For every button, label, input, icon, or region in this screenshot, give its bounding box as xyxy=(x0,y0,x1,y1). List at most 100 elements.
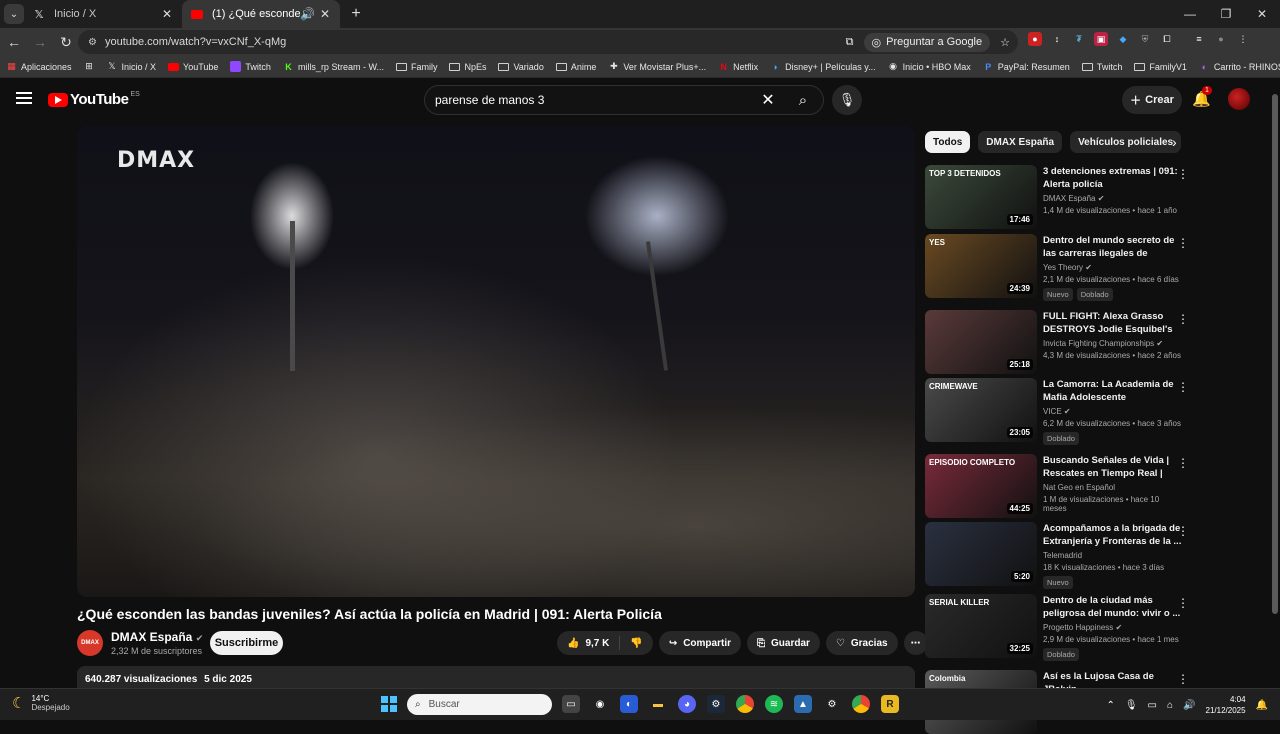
recommendation-item[interactable]: EPISODIO COMPLETO 44:25 Buscando Señales d… xyxy=(925,454,1195,518)
new-tab-button[interactable]: + xyxy=(346,5,366,23)
bookmark-folder[interactable]: Variado xyxy=(498,62,544,72)
bookmark-disney[interactable]: ◗ Disney+ | Películas y... xyxy=(770,61,876,72)
bookmark-movistar[interactable]: ✚ Ver Movistar Plus+... xyxy=(608,61,706,72)
more-options-icon[interactable]: ⋮ xyxy=(1177,167,1189,181)
browser-menu-icon[interactable]: ⋮ xyxy=(1236,32,1250,46)
more-options-icon[interactable]: ⋮ xyxy=(1177,672,1189,686)
youtube-logo[interactable]: YouTube ES xyxy=(48,91,140,108)
steam-icon[interactable]: ⚙ xyxy=(707,695,725,713)
forward-icon[interactable]: → xyxy=(28,34,52,50)
app-icon[interactable]: ⚙ xyxy=(823,695,841,713)
more-options-icon[interactable]: ⋮ xyxy=(1177,380,1189,394)
more-actions-icon[interactable]: ⋯ xyxy=(903,631,928,655)
volume-icon[interactable]: 🔊 xyxy=(1183,700,1195,711)
subscribe-button[interactable]: Suscribirme xyxy=(210,631,283,655)
bookmark-folder[interactable]: NpEs xyxy=(449,62,486,72)
recommendation-item[interactable]: 5:20 Acompañamos a la brigada de Extranje… xyxy=(925,522,1195,590)
bookmark-folder[interactable]: Family xyxy=(395,62,437,72)
minimize-icon[interactable]: — xyxy=(1172,0,1208,28)
video-thumbnail[interactable]: 5:20 xyxy=(925,522,1037,586)
discord-icon[interactable]: ◕ xyxy=(678,695,696,713)
user-avatar[interactable] xyxy=(1228,88,1250,110)
video-thumbnail[interactable]: YES 24:39 xyxy=(925,234,1037,298)
recommendation-channel[interactable]: Nat Geo en Español xyxy=(1043,483,1115,492)
bookmark-x[interactable]: 𝕏 Inicio / X xyxy=(107,61,156,72)
channel-info[interactable]: DMAX DMAX España ✔ 2,32 M de suscriptore… xyxy=(77,630,203,656)
chrome-icon[interactable] xyxy=(736,695,754,713)
menu-icon[interactable] xyxy=(16,92,32,104)
shield-icon[interactable]: ⛨ xyxy=(1138,32,1152,46)
thanks-button[interactable]: ♡ Gracias xyxy=(825,631,898,655)
bookmark-twitch[interactable]: Twitch xyxy=(230,61,271,72)
microphone-icon[interactable]: 🎙 xyxy=(1125,700,1138,711)
bookmark-paypal[interactable]: P PayPal: Resumen xyxy=(983,61,1070,72)
dislike-button[interactable]: 👎 xyxy=(620,631,652,655)
video-player[interactable]: DMAX xyxy=(77,126,915,597)
bookmark-star-icon[interactable]: ☆ xyxy=(1000,36,1010,49)
puzzle-icon[interactable]: ⧠ xyxy=(1160,32,1174,46)
extension-icon[interactable]: ◆ xyxy=(1116,32,1130,46)
extension-icon[interactable]: ● xyxy=(1028,32,1042,46)
more-options-icon[interactable]: ⋮ xyxy=(1177,596,1189,610)
share-button[interactable]: ↪ Compartir xyxy=(658,631,741,655)
more-options-icon[interactable]: ⋮ xyxy=(1177,524,1189,538)
bookmark-folder[interactable]: Anime xyxy=(555,62,596,72)
weather-widget[interactable]: ☾ 14°C Despejado xyxy=(12,694,70,712)
microphone-icon[interactable]: 🎙 xyxy=(832,85,862,115)
chip-channel[interactable]: DMAX España xyxy=(978,131,1063,153)
tab-x[interactable]: 𝕏 Inicio / X ✕ xyxy=(24,0,182,28)
chrome-icon[interactable] xyxy=(852,695,870,713)
channel-name[interactable]: DMAX España xyxy=(111,630,192,644)
recommendation-title[interactable]: Acompañamos a la brigada de Extranjería … xyxy=(1043,522,1183,548)
url-field[interactable]: ⚙ youtube.com/watch?v=vxCNf_X-qMg ⧉ ◎ Pre… xyxy=(78,30,1018,54)
more-options-icon[interactable]: ⋮ xyxy=(1177,456,1189,470)
display-icon[interactable]: ▭ xyxy=(1148,700,1157,711)
windows-start-icon[interactable] xyxy=(381,696,397,712)
recommendation-channel[interactable]: Yes Theory xyxy=(1043,263,1083,272)
taskbar-search[interactable]: ⌕ Buscar xyxy=(407,694,552,715)
task-view-icon[interactable]: ▭ xyxy=(562,695,580,713)
video-thumbnail[interactable]: 25:18 xyxy=(925,310,1037,374)
tab-youtube[interactable]: (1) ¿Qué esconden las band 🔊 ✕ xyxy=(182,0,340,28)
reload-icon[interactable]: ↻ xyxy=(54,34,78,51)
more-options-icon[interactable]: ⋮ xyxy=(1177,236,1189,250)
recommendation-channel[interactable]: VICE xyxy=(1043,407,1062,416)
video-thumbnail[interactable]: CRIMEWAVE 23:05 xyxy=(925,378,1037,442)
search-icon[interactable]: ⌕ xyxy=(783,85,823,115)
video-thumbnail[interactable]: SERIAL KILLER 32:25 xyxy=(925,594,1037,658)
recommendation-channel[interactable]: DMAX España xyxy=(1043,194,1095,203)
video-thumbnail[interactable]: EPISODIO COMPLETO 44:25 xyxy=(925,454,1037,518)
close-window-icon[interactable]: ✕ xyxy=(1244,0,1280,28)
extension-icon[interactable]: ↕ xyxy=(1050,32,1064,46)
photos-icon[interactable]: ▲ xyxy=(794,695,812,713)
recommendation-item[interactable]: YES 24:39 Dentro del mundo secreto de las … xyxy=(925,234,1195,302)
network-icon[interactable]: ⌂ xyxy=(1167,700,1173,711)
recommendation-item[interactable]: SERIAL KILLER 32:25 Dentro de la ciudad má… xyxy=(925,594,1195,662)
bookmark-folder[interactable]: Twitch xyxy=(1081,62,1122,72)
bookmark-kick[interactable]: Kmills_rp Stream - W... xyxy=(283,61,384,72)
recommendation-item[interactable]: CRIMEWAVE 23:05 La Camorra: La Academia de… xyxy=(925,378,1195,446)
recommendation-item[interactable]: 25:18 FULL FIGHT: Alexa Grasso DESTROYS J… xyxy=(925,310,1195,374)
bookmark-grid[interactable]: ⊞ xyxy=(84,61,95,72)
bookmark-netflix[interactable]: N Netflix xyxy=(718,61,758,72)
file-explorer-icon[interactable]: ▬ xyxy=(649,695,667,713)
install-app-icon[interactable]: ⧉ xyxy=(846,36,854,49)
chevron-right-icon[interactable]: › xyxy=(1172,134,1177,150)
tab-search-button[interactable]: ⌄ xyxy=(4,4,24,24)
back-icon[interactable]: ← xyxy=(2,34,26,50)
notification-center-icon[interactable]: 🔔 xyxy=(1256,700,1268,711)
rockstar-icon[interactable]: R xyxy=(881,695,899,713)
clear-search-icon[interactable]: ✕ xyxy=(753,90,783,110)
search-input[interactable]: parense de manos 3 xyxy=(425,93,753,107)
recommendation-title[interactable]: Dentro del mundo secreto de las carreras… xyxy=(1043,234,1183,260)
recommendation-title[interactable]: La Camorra: La Academia de Mafia Adolesc… xyxy=(1043,378,1183,404)
recommendation-title[interactable]: 3 detenciones extremas | 091: Alerta pol… xyxy=(1043,165,1183,191)
ask-google-button[interactable]: ◎ Preguntar a Google xyxy=(863,32,991,52)
recommendation-title[interactable]: Dentro de la ciudad más peligrosa del mu… xyxy=(1043,594,1183,620)
recommendation-title[interactable]: Buscando Señales de Vida | Rescates en T… xyxy=(1043,454,1183,480)
speaker-icon[interactable]: 🔊 xyxy=(300,7,315,21)
scrollbar[interactable] xyxy=(1270,78,1280,688)
scrollbar-thumb[interactable] xyxy=(1272,94,1278,614)
extension-icon[interactable]: ₮ xyxy=(1072,32,1086,46)
create-button[interactable]: ＋ Crear xyxy=(1122,86,1182,114)
